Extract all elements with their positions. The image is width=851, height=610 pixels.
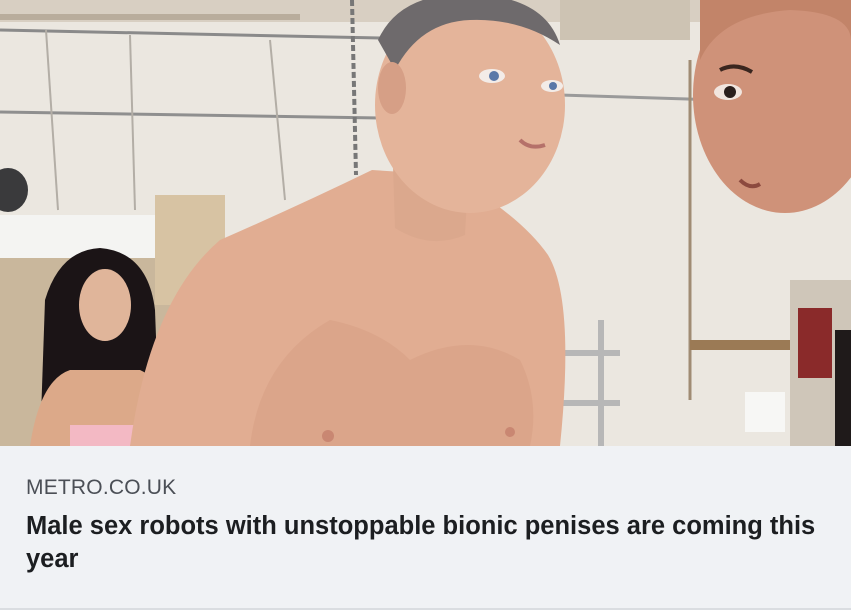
link-preview-card[interactable]: METRO.CO.UK Male sex robots with unstopp… xyxy=(0,0,851,610)
link-preview-caption[interactable]: METRO.CO.UK Male sex robots with unstopp… xyxy=(0,446,851,610)
article-headline[interactable]: Male sex robots with unstoppable bionic … xyxy=(26,510,825,576)
article-thumbnail-image[interactable] xyxy=(0,0,851,446)
source-domain: METRO.CO.UK xyxy=(26,476,177,499)
